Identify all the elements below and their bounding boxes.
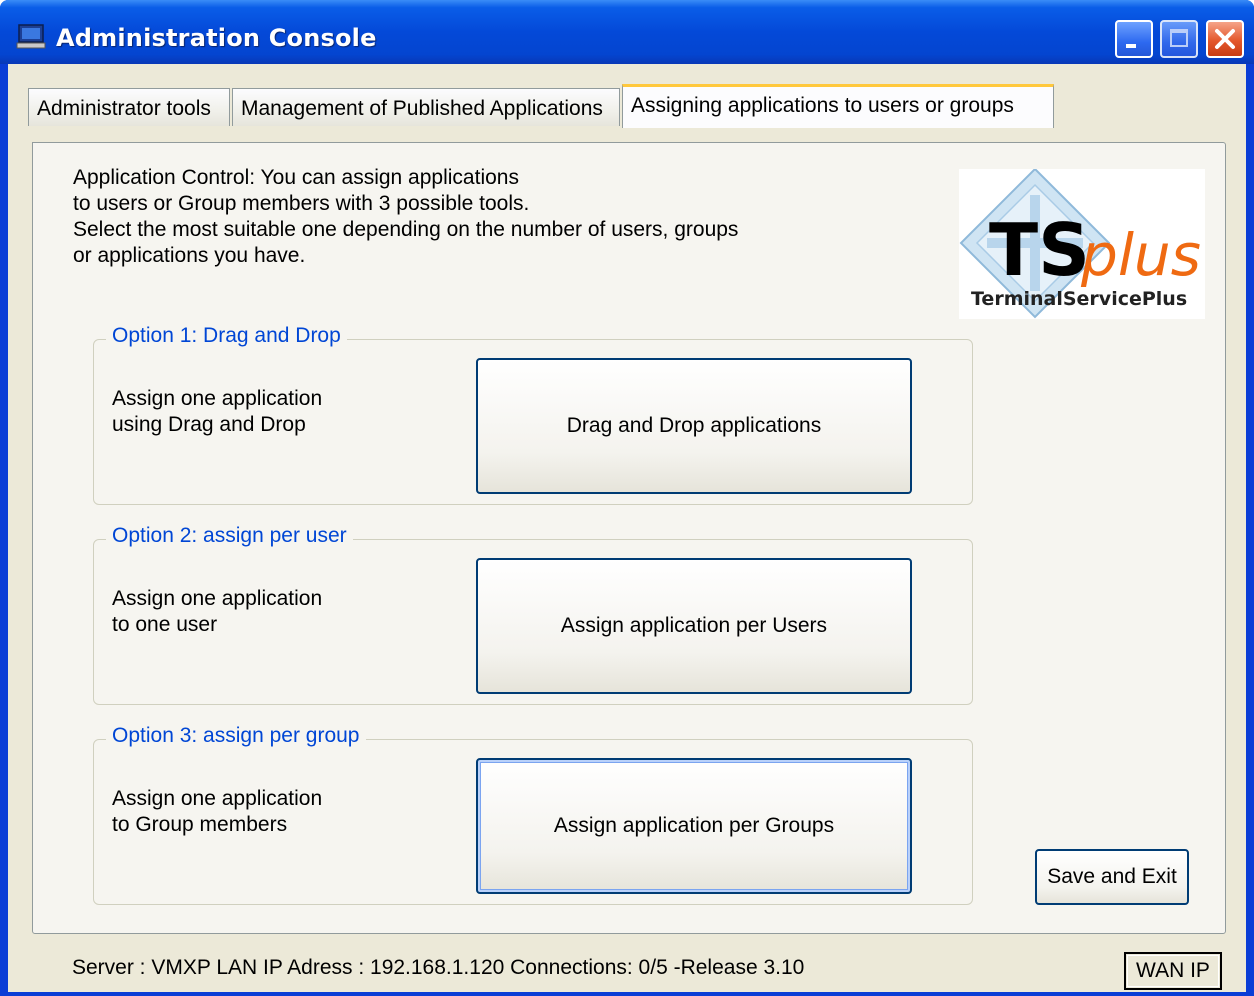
- option-2-title: Option 2: assign per user: [106, 524, 353, 548]
- option-2-group: Option 2: assign per user Assign one app…: [93, 524, 973, 705]
- description-line: to users or Group members with 3 possibl…: [73, 192, 530, 215]
- logo-plus-text: plus: [1080, 221, 1201, 289]
- option-3-title: Option 3: assign per group: [106, 724, 366, 748]
- close-icon: [1215, 29, 1235, 49]
- window-title: Administration Console: [56, 24, 377, 52]
- tab-page: Application Control: You can assign appl…: [32, 142, 1226, 934]
- computer-icon: [16, 24, 46, 50]
- logo-ts-text: TS: [989, 208, 1090, 292]
- option-2-description: Assign one application to one user: [112, 586, 322, 638]
- title-bar[interactable]: Administration Console: [0, 0, 1254, 64]
- tab-management-published-applications[interactable]: Management of Published Applications: [232, 88, 620, 126]
- tab-assigning-applications[interactable]: Assigning applications to users or group…: [622, 84, 1054, 128]
- save-and-exit-button[interactable]: Save and Exit: [1035, 849, 1189, 905]
- tab-label: Assigning applications to users or group…: [631, 94, 1014, 117]
- tab-administrator-tools[interactable]: Administrator tools: [28, 88, 230, 126]
- drag-and-drop-applications-button[interactable]: Drag and Drop applications: [476, 358, 912, 494]
- option-text-line: to Group members: [112, 813, 288, 836]
- assign-per-groups-button[interactable]: Assign application per Groups: [476, 758, 912, 894]
- option-text-line: Assign one application: [112, 787, 323, 810]
- option-text-line: Assign one application: [112, 587, 323, 610]
- maximize-icon: [1170, 29, 1188, 47]
- maximize-button[interactable]: [1160, 20, 1198, 58]
- tab-strip: Administrator tools Management of Publis…: [28, 84, 1228, 128]
- option-text-line: using Drag and Drop: [112, 413, 306, 436]
- description-line: or applications you have.: [73, 244, 306, 267]
- assign-per-users-button[interactable]: Assign application per Users: [476, 558, 912, 694]
- description-line: Application Control: You can assign appl…: [73, 166, 519, 189]
- option-3-group: Option 3: assign per group Assign one ap…: [93, 724, 973, 905]
- close-button[interactable]: [1206, 20, 1244, 58]
- minimize-icon: [1126, 44, 1136, 48]
- app-window: Administration Console Administrator too…: [0, 0, 1254, 996]
- description: Application Control: You can assign appl…: [73, 165, 738, 269]
- option-1-description: Assign one application using Drag and Dr…: [112, 386, 322, 438]
- tab-label: Administrator tools: [37, 97, 211, 120]
- window-client-area: Administrator tools Management of Publis…: [8, 64, 1246, 992]
- tab-label: Management of Published Applications: [241, 97, 603, 120]
- tsplus-logo: TS plus TerminalServicePlus: [959, 167, 1205, 319]
- option-text-line: to one user: [112, 613, 218, 636]
- logo-caption: TerminalServicePlus: [971, 288, 1187, 310]
- wan-ip-button[interactable]: WAN IP: [1124, 952, 1222, 990]
- description-line: Select the most suitable one depending o…: [73, 218, 739, 241]
- option-3-description: Assign one application to Group members: [112, 786, 322, 838]
- minimize-button[interactable]: [1115, 20, 1153, 58]
- option-1-title: Option 1: Drag and Drop: [106, 324, 347, 348]
- status-text: Server : VMXP LAN IP Adress : 192.168.1.…: [72, 956, 805, 979]
- option-text-line: Assign one application: [112, 387, 323, 410]
- option-1-group: Option 1: Drag and Drop Assign one appli…: [93, 324, 973, 505]
